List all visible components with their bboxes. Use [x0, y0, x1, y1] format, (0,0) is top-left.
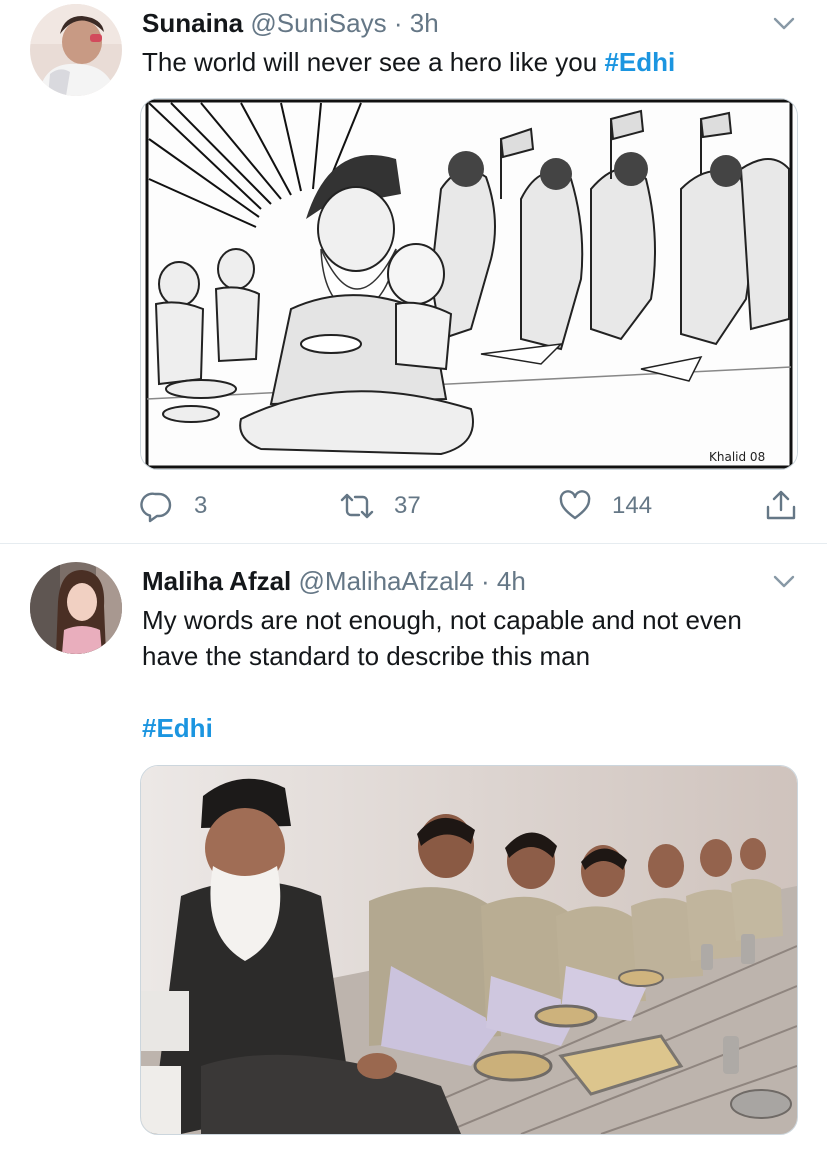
like-button[interactable]: 144	[558, 486, 652, 526]
tweet-actions: 3 37 144	[140, 486, 800, 526]
tweet-1[interactable]: Sunaina @SuniSays · 3h The world will ne…	[0, 0, 827, 545]
tweet-text: My words are not enough, not capable and…	[142, 605, 742, 671]
retweet-icon	[340, 493, 374, 519]
like-count: 144	[612, 492, 653, 519]
timestamp[interactable]: 3h	[410, 8, 439, 38]
tweet-2[interactable]: Maliha Afzal @MalihaAfzal4 · 4h My words…	[0, 544, 827, 1149]
timestamp[interactable]: 4h	[497, 566, 526, 596]
tweet-image-photo[interactable]	[140, 765, 798, 1135]
hashtag-link[interactable]: #Edhi	[142, 710, 792, 746]
retweet-count: 37	[394, 492, 421, 519]
avatar[interactable]	[30, 4, 122, 96]
reply-button[interactable]: 3	[140, 486, 207, 526]
user-handle[interactable]: @MalihaAfzal4	[299, 566, 474, 596]
reply-icon	[140, 492, 172, 523]
chevron-down-icon[interactable]	[771, 10, 797, 36]
chevron-down-icon[interactable]	[771, 568, 797, 594]
tweet-header: Sunaina @SuniSays · 3h	[142, 6, 439, 40]
tweet-image-cartoon[interactable]: Khalid 08	[140, 98, 798, 470]
heart-icon	[559, 490, 591, 520]
tweet-text: The world will never see a hero like you…	[142, 44, 792, 80]
share-icon	[766, 490, 796, 520]
display-name[interactable]: Sunaina	[142, 8, 243, 38]
reply-count: 3	[194, 492, 208, 519]
tweet-header: Maliha Afzal @MalihaAfzal4 · 4h	[142, 564, 526, 598]
display-name[interactable]: Maliha Afzal	[142, 566, 291, 596]
image-signature: Khalid 08	[709, 450, 765, 464]
hashtag-link[interactable]: #Edhi	[604, 47, 675, 77]
separator-dot: ·	[393, 8, 403, 38]
separator-dot: ·	[481, 566, 490, 596]
retweet-button[interactable]: 37	[340, 486, 421, 526]
tweet-body: The world will never see a hero like you	[142, 47, 605, 77]
avatar[interactable]	[30, 562, 122, 654]
user-handle[interactable]: @SuniSays	[250, 8, 386, 38]
share-button[interactable]	[764, 486, 798, 526]
